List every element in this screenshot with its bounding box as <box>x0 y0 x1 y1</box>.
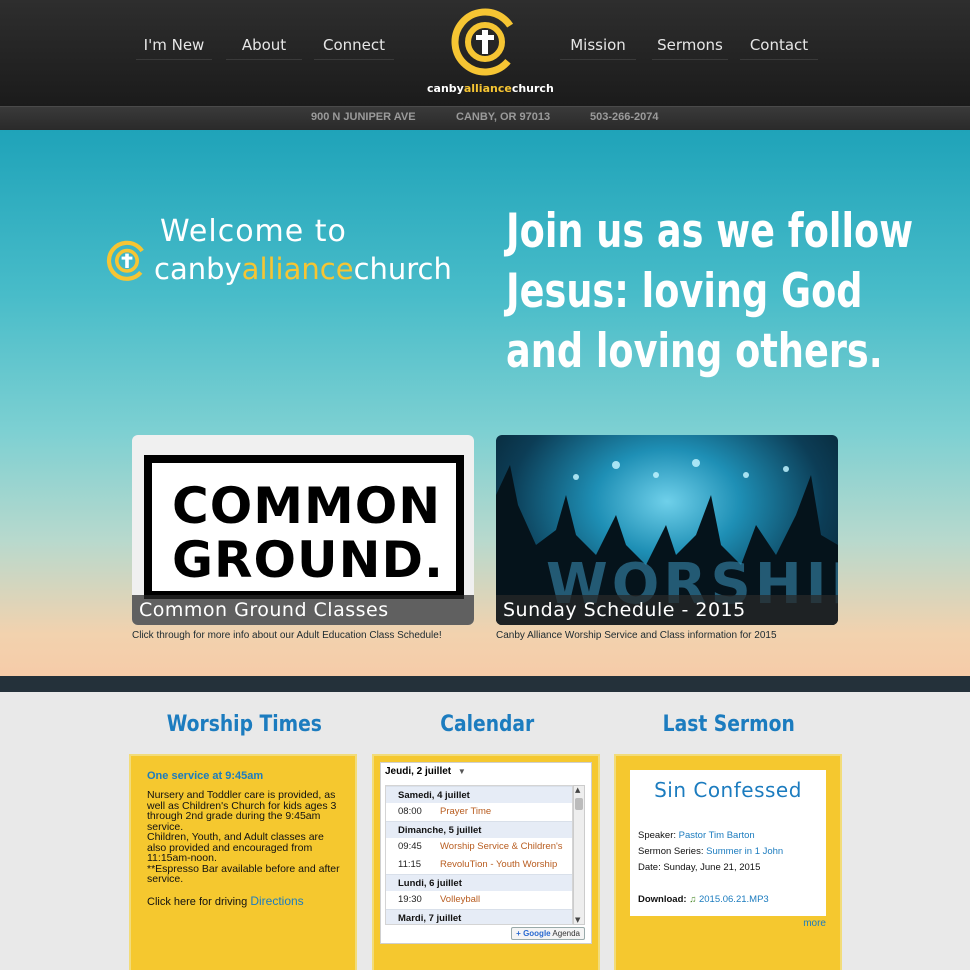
worship-times-panel: One service at 9:45am Nursery and Toddle… <box>129 754 357 970</box>
service-time-heading: One service at 9:45am <box>147 770 264 782</box>
calendar-title: Calendar <box>440 712 534 737</box>
worship-times-paragraph: **Espresso Bar available before and afte… <box>147 862 340 885</box>
common-ground-line2: GROUND. <box>172 531 444 589</box>
sermon-card: Sin Confessed Speaker: Pastor Tim Barton… <box>630 770 826 916</box>
worship-times-body: Nursery and Toddler care is provided, as… <box>147 790 345 885</box>
sunday-schedule-card[interactable]: WORSHIP Sunday Schedule - 2015 <box>496 435 838 625</box>
phone-text: 503-266-2074 <box>590 111 659 123</box>
common-ground-caption: Common Ground Classes <box>132 595 474 625</box>
scroll-up-icon[interactable]: ▲ <box>575 786 580 794</box>
calendar-event[interactable]: 09:45 Worship Service & Children's <box>386 838 572 856</box>
city-text: CANBY, OR 97013 <box>456 111 551 123</box>
sermon-series: Sermon Series: Summer in 1 John <box>638 846 784 857</box>
welcome-church-name: canbyalliancechurch <box>154 252 452 286</box>
google-agenda-badge[interactable]: + Google Agenda <box>511 927 585 940</box>
common-ground-line1: COMMON <box>172 477 442 535</box>
sunday-schedule-description: Canby Alliance Worship Service and Class… <box>496 630 777 641</box>
calendar-day-header: Mardi, 7 juillet <box>386 909 572 924</box>
calendar-date-selector[interactable]: Jeudi, 2 juillet ▼ <box>381 763 591 781</box>
nav-mission[interactable]: Mission <box>560 30 636 60</box>
calendar-event[interactable]: 19:30 Volleyball <box>386 891 572 909</box>
directions-line: Click here for driving Directions <box>147 894 304 908</box>
hero-divider <box>0 676 970 692</box>
church-logo-icon <box>451 8 519 76</box>
sunday-schedule-caption: Sunday Schedule - 2015 <box>496 595 838 625</box>
last-sermon-panel: Sin Confessed Speaker: Pastor Tim Barton… <box>614 754 842 970</box>
nav-sermons[interactable]: Sermons <box>652 30 728 60</box>
calendar-event-list[interactable]: Samedi, 4 juillet 08:00 Prayer Time Diman… <box>385 785 573 925</box>
address-text: 900 N JUNIPER AVE <box>311 111 416 123</box>
sermon-date: Date: Sunday, June 21, 2015 <box>638 862 761 873</box>
sermon-title: Sin Confessed <box>654 778 802 802</box>
welcome-heading: Welcome to canbyalliancechurch <box>106 212 486 292</box>
sermon-speaker: Speaker: Pastor Tim Barton <box>638 830 755 841</box>
sermon-download: Download: ♫ 2015.06.21.MP3 <box>638 894 769 905</box>
series-link[interactable]: Summer in 1 John <box>706 846 783 857</box>
more-sermons-link[interactable]: more <box>803 918 826 929</box>
calendar-widget: Jeudi, 2 juillet ▼ Samedi, 4 juillet 08:… <box>380 762 592 944</box>
logo-wordmark: canbyalliancechurch <box>427 82 554 95</box>
scrollbar-thumb[interactable] <box>575 798 583 810</box>
calendar-event[interactable]: 11:15 RevoluTion - Youth Worship <box>386 856 572 874</box>
speaker-link[interactable]: Pastor Tim Barton <box>679 830 755 841</box>
worship-times-paragraph: Nursery and Toddler care is provided, as… <box>147 789 337 833</box>
nav-about[interactable]: About <box>226 30 302 60</box>
contact-info-bar: 900 N JUNIPER AVE CANBY, OR 97013 503-26… <box>0 106 970 130</box>
calendar-day-header: Samedi, 4 juillet <box>386 786 572 803</box>
nav-im-new[interactable]: I'm New <box>136 30 212 60</box>
plus-icon: + <box>516 929 521 938</box>
church-logo[interactable]: canbyalliancechurch <box>427 4 554 102</box>
worship-times-title: Worship Times <box>166 712 322 737</box>
chevron-down-icon: ▼ <box>457 767 466 776</box>
hero-tagline: Join us as we follow Jesus: loving God a… <box>506 204 914 379</box>
hero-section: Welcome to canbyalliancechurch Join us a… <box>0 130 970 678</box>
welcome-to-text: Welcome to <box>160 214 347 249</box>
top-navigation-bar: I'm New About Connect canbyalliancechurc… <box>0 0 970 106</box>
common-ground-image: COMMON GROUND. <box>144 455 464 599</box>
worship-times-paragraph: Children, Youth, and Adult classes are a… <box>147 831 324 864</box>
last-sermon-title: Last Sermon <box>662 712 796 737</box>
calendar-panel: Jeudi, 2 juillet ▼ Samedi, 4 juillet 08:… <box>372 754 600 970</box>
calendar-day-header: Lundi, 6 juillet <box>386 874 572 891</box>
scroll-down-icon[interactable]: ▼ <box>575 916 580 924</box>
nav-contact[interactable]: Contact <box>740 30 818 60</box>
directions-link[interactable]: Directions <box>250 894 303 908</box>
nav-connect[interactable]: Connect <box>314 30 394 60</box>
common-ground-card[interactable]: COMMON GROUND. Common Ground Classes <box>132 435 474 625</box>
common-ground-description: Click through for more info about our Ad… <box>132 630 442 641</box>
calendar-day-header: Dimanche, 5 juillet <box>386 821 572 838</box>
welcome-logo-icon <box>106 240 148 281</box>
calendar-event[interactable]: 08:00 Prayer Time <box>386 803 572 821</box>
download-link[interactable]: 2015.06.21.MP3 <box>699 894 769 905</box>
audio-file-icon: ♫ <box>689 894 697 905</box>
calendar-scrollbar[interactable]: ▲ ▼ <box>573 785 585 925</box>
